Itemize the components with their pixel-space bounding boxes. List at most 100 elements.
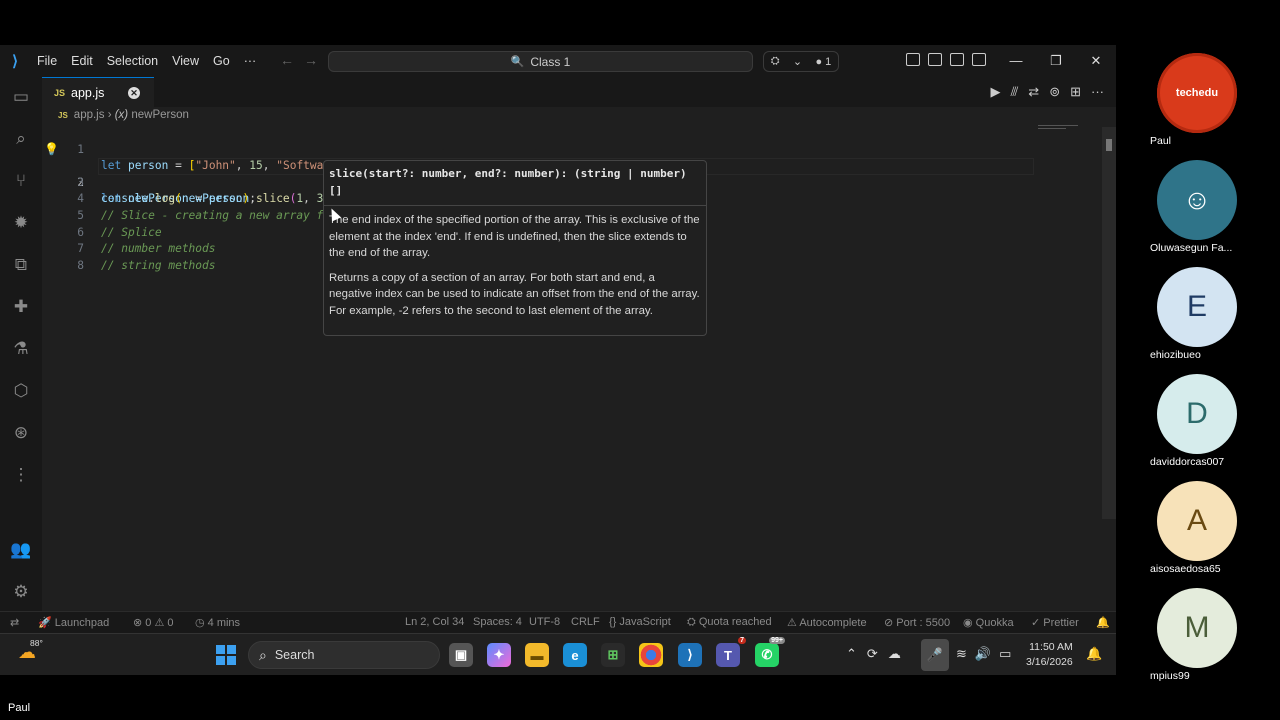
breadcrumb: JS app.js › (x) newPerson	[58, 109, 189, 121]
menu-selection[interactable]: Selection	[100, 54, 165, 68]
participant-tile[interactable]: ☺ Oluwasegun Fa...	[1150, 160, 1244, 254]
toggle-panel-icon[interactable]	[906, 53, 920, 66]
indentation[interactable]: Spaces: 4	[473, 616, 522, 628]
menu-file[interactable]: File	[30, 54, 64, 68]
cursor-position[interactable]: Ln 2, Col 34	[405, 616, 464, 628]
code-line: 1 let person = ["John", 15, "Software De…	[42, 125, 1102, 173]
sync-icon[interactable]: ⟳	[867, 646, 878, 662]
minimap[interactable]	[1038, 125, 1082, 133]
participant-tile[interactable]: D daviddorcas007	[1150, 374, 1244, 468]
volume-icon[interactable]: 🔊	[975, 646, 991, 662]
taskbar-search[interactable]: ⌕ Search	[248, 641, 440, 669]
edge-icon[interactable]: e	[563, 643, 587, 667]
copilot-chat-icon[interactable]: ⊚	[1049, 84, 1060, 100]
quokka-status[interactable]: ◉ Quokka	[963, 616, 1014, 629]
launchpad-item[interactable]: 🚀 Launchpad	[38, 616, 109, 629]
more-icon[interactable]: ⋮	[0, 457, 42, 493]
problems-item[interactable]: ⊗ 0 ⚠ 0	[133, 616, 174, 629]
run-debug-icon[interactable]: ✹	[0, 205, 42, 241]
extensions-icon[interactable]: ✚	[0, 289, 42, 325]
whatsapp-badge: 99+	[769, 637, 785, 644]
close-icon[interactable]: ✕	[128, 87, 140, 99]
activity-bar: ▭ ⌕ ⑂ ✹ ⧉ ✚ ⚗ ⬡ ⊛ ⋮ 👥 ⚙	[0, 77, 42, 611]
avatar: D	[1157, 374, 1237, 454]
end-of-line[interactable]: CRLF	[571, 616, 600, 628]
microphone-icon[interactable]: 🎤	[921, 639, 949, 671]
encoding[interactable]: UTF-8	[529, 616, 560, 628]
chevron-up-icon[interactable]: ⌃	[846, 646, 857, 662]
toggle-sidebar-icon[interactable]	[928, 53, 942, 66]
menu-go[interactable]: Go	[206, 54, 237, 68]
remote-explorer-icon[interactable]: ⧉	[0, 247, 42, 283]
git-graph-icon[interactable]: ⊛	[0, 415, 42, 451]
run-icon[interactable]: ▶	[991, 84, 1001, 100]
vscode-taskbar-icon[interactable]: ⟩	[678, 643, 702, 667]
scrollbar-thumb[interactable]	[1106, 139, 1112, 151]
avatar: A	[1157, 481, 1237, 561]
hover-signature: slice(start?: number, end?: number): (st…	[324, 161, 706, 206]
copilot-button[interactable]: ⛭ ⌄ ● 1	[763, 51, 839, 72]
participant-tile[interactable]: E ehiozibueo	[1150, 267, 1244, 361]
avatar: techedu	[1157, 53, 1237, 133]
live-server-port[interactable]: ⊘ Port : 5500	[884, 616, 950, 629]
restore-icon[interactable]: ❐	[1036, 45, 1076, 77]
containers-icon[interactable]: ⬡	[0, 373, 42, 409]
cloud-icon[interactable]: ☁	[888, 646, 901, 662]
participant-tile[interactable]: techedu Paul	[1150, 53, 1244, 147]
testing-icon[interactable]: ⚗	[0, 331, 42, 367]
vertical-scrollbar[interactable]	[1102, 127, 1116, 519]
more-actions-icon[interactable]: ···	[1091, 84, 1104, 100]
search-icon: 🔍	[510, 56, 525, 68]
breadcrumb-symbol[interactable]: newPerson	[131, 109, 189, 121]
task-view-icon[interactable]: ▣	[449, 643, 473, 667]
accounts-icon[interactable]: 👥	[0, 532, 42, 568]
autocomplete-status[interactable]: ⚠ Autocomplete	[787, 616, 867, 629]
participant-name: aisosaedosa65	[1150, 563, 1221, 575]
teams-icon[interactable]: T7	[716, 637, 746, 667]
vscode-window: ⟩ File Edit Selection View Go ··· ←→ 🔍 C…	[0, 45, 1116, 675]
search-icon[interactable]: ⌕	[0, 121, 42, 157]
whatsapp-icon[interactable]: ✆ 99+	[755, 637, 785, 667]
battery-icon[interactable]: ▭	[999, 646, 1011, 662]
diff-icon[interactable]: ⫻	[1011, 84, 1019, 100]
close-icon[interactable]: ✕	[1076, 45, 1116, 77]
minimize-icon[interactable]: —	[996, 45, 1036, 77]
nav-arrows[interactable]: ←→	[280, 52, 328, 68]
file-explorer-icon[interactable]: ▬	[525, 643, 549, 667]
copilot-app-icon[interactable]: ✦	[487, 643, 511, 667]
command-center-label: Class 1	[530, 54, 571, 69]
breadcrumb-file[interactable]: app.js	[74, 109, 105, 121]
tab-app-js[interactable]: JS app.js ✕	[42, 77, 154, 107]
participant-tile[interactable]: A aisosaedosa65	[1150, 481, 1244, 575]
split-editor-icon[interactable]: ⊞	[1070, 84, 1081, 100]
compare-icon[interactable]: ⇄	[1028, 84, 1039, 100]
toggle-panel-bottom-icon[interactable]	[950, 53, 964, 66]
hover-documentation: The end index of the specified portion o…	[324, 206, 706, 334]
command-center[interactable]: 🔍 Class 1	[328, 51, 753, 72]
copilot-quota[interactable]: ⛭ Quota reached	[687, 616, 772, 629]
timer-item[interactable]: ◷ 4 mins	[195, 616, 240, 629]
start-button[interactable]	[216, 645, 236, 665]
remote-icon[interactable]: ⇄	[10, 616, 19, 629]
language-mode[interactable]: {} JavaScript	[609, 616, 671, 628]
store-icon[interactable]: ⊞	[601, 643, 625, 667]
forward-arrow-icon[interactable]: →	[304, 52, 328, 68]
hover-param-doc: The end index of the specified portion o…	[329, 214, 700, 260]
source-control-icon[interactable]: ⑂	[0, 163, 42, 199]
wifi-icon[interactable]: ≋	[956, 646, 967, 662]
prettier-status[interactable]: ✓ Prettier	[1031, 616, 1079, 629]
clock[interactable]: 11:50 AM 3/16/2026	[1026, 640, 1073, 670]
chrome-icon[interactable]	[639, 643, 663, 667]
toggle-secondary-sidebar-icon[interactable]	[972, 53, 986, 66]
editor-actions: ▶ ⫻ ⇄ ⊚ ⊞ ···	[991, 84, 1104, 100]
back-arrow-icon[interactable]: ←	[280, 52, 304, 68]
menu-more[interactable]: ···	[237, 54, 264, 68]
participant-tile[interactable]: M mpius99	[1150, 588, 1244, 682]
menu-edit[interactable]: Edit	[64, 54, 100, 68]
notification-bell-icon[interactable]: 🔔	[1086, 646, 1102, 662]
avatar: M	[1157, 588, 1237, 668]
gear-icon[interactable]: ⚙	[0, 574, 42, 610]
bell-icon[interactable]: 🔔	[1096, 616, 1110, 629]
menu-view[interactable]: View	[165, 54, 206, 68]
explorer-icon[interactable]: ▭	[0, 79, 42, 115]
